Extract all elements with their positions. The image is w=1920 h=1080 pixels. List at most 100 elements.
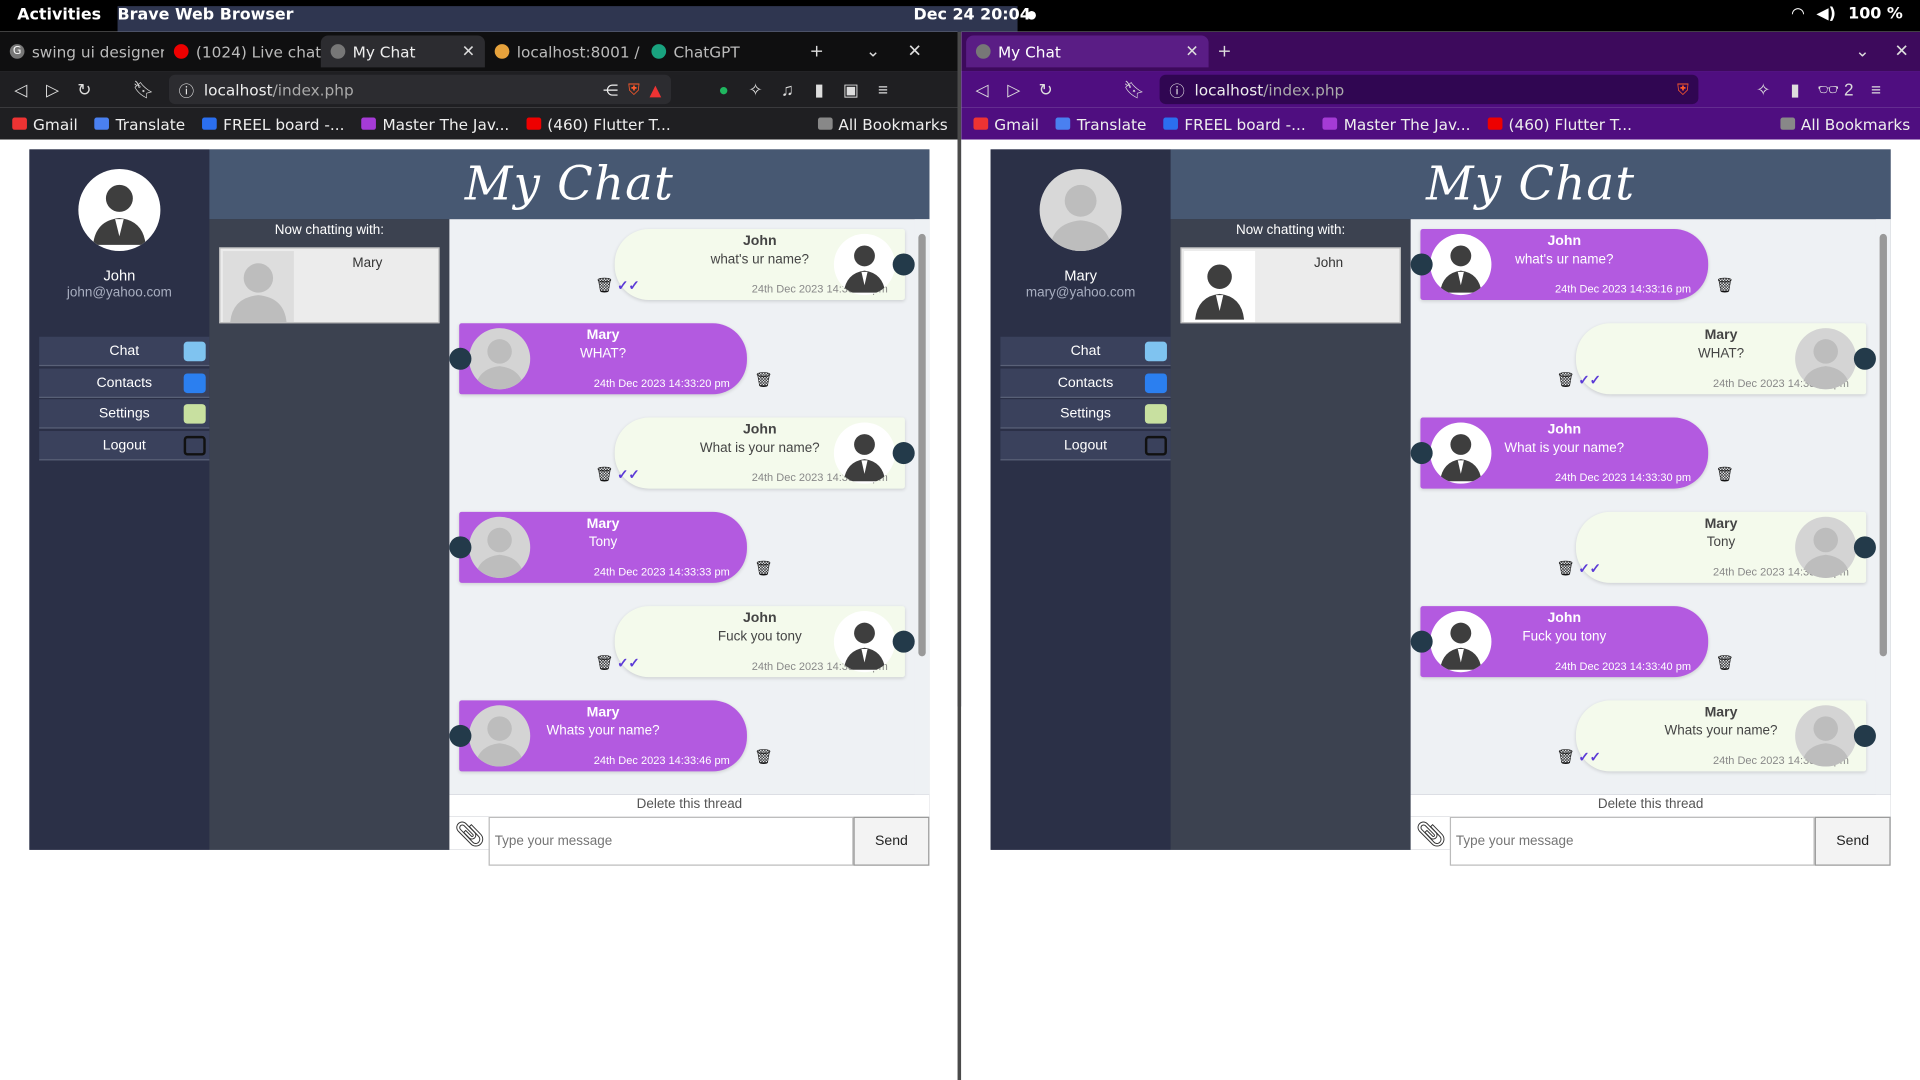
message-input[interactable] — [488, 816, 854, 866]
contact-card-icon — [1144, 372, 1167, 393]
delete-message-icon[interactable]: 🗑︎ — [1716, 278, 1735, 293]
nav-bar: ◁ ▷ ↻ 🔖︎ ⓘ localhost/index.php ⛨ ✧ ▮ 👓︎ … — [961, 71, 1920, 108]
bookmark-translate[interactable]: Translate — [94, 114, 185, 133]
menu-item-settings[interactable]: Settings — [1000, 399, 1171, 429]
address-bar[interactable]: ⓘ localhost/index.php ⋲ ⛨ ▲ — [168, 74, 672, 105]
woman-avatar-icon — [1049, 184, 1112, 252]
menu-icon[interactable]: ≡ — [1860, 80, 1892, 100]
active-contact-card[interactable]: John — [1180, 247, 1401, 324]
menu-icon[interactable]: ≡ — [867, 80, 899, 100]
forward-icon[interactable]: ▷ — [998, 79, 1030, 100]
back-icon[interactable]: ◁ — [5, 79, 37, 100]
address-bar[interactable]: ⓘ localhost/index.php ⛨ — [1159, 74, 1699, 105]
tab-chatgpt[interactable]: ChatGPT — [642, 36, 801, 68]
new-tab-icon[interactable]: + — [1209, 42, 1241, 62]
menu-item-chat[interactable]: Chat — [39, 336, 210, 367]
send-button[interactable]: Send — [853, 816, 930, 866]
tab-list-chevron-icon[interactable]: ⌄ — [857, 42, 889, 62]
read-checkmark-icon: ✓✓ — [617, 279, 640, 294]
all-bookmarks[interactable]: All Bookmarks — [1780, 114, 1910, 133]
private-windows-indicator[interactable]: 👓︎ 2 — [1811, 79, 1860, 100]
media-icon[interactable]: ♫ — [771, 80, 803, 100]
delete-message-icon[interactable]: 🗑︎ — [595, 655, 614, 670]
delete-message-icon[interactable]: 🗑︎ — [1556, 372, 1575, 387]
forward-icon[interactable]: ▷ — [37, 79, 69, 100]
back-icon[interactable]: ◁ — [966, 79, 998, 100]
delete-message-icon[interactable]: 🗑︎ — [595, 278, 614, 293]
send-button[interactable]: Send — [1814, 816, 1891, 866]
activities-button[interactable]: Activities — [17, 6, 101, 24]
bookmark-translate[interactable]: Translate — [1056, 114, 1146, 133]
user-email: john@yahoo.com — [66, 285, 172, 301]
bookmark-flutter[interactable]: (460) Flutter T... — [1487, 114, 1632, 133]
tab-list-chevron-icon[interactable]: ⌄ — [1847, 42, 1879, 62]
menu-item-logout[interactable]: Logout — [1000, 430, 1171, 460]
reload-icon[interactable]: ↻ — [1030, 79, 1062, 100]
bookmark-flutter[interactable]: (460) Flutter T... — [526, 114, 671, 133]
close-window-icon[interactable]: ✕ — [899, 42, 931, 62]
sidebar-icon[interactable]: ▮ — [803, 79, 835, 100]
grammarly-icon[interactable]: ● — [708, 80, 740, 100]
all-bookmarks[interactable]: All Bookmarks — [817, 114, 948, 133]
delete-message-icon[interactable]: 🗑︎ — [1556, 561, 1575, 576]
bookmark-master-java[interactable]: Master The Jav... — [1322, 114, 1471, 133]
wallet-icon[interactable]: ▣ — [835, 79, 867, 100]
message-scrollbar[interactable] — [1875, 219, 1891, 795]
system-tray[interactable]: ◠ ◀) 100 % — [1792, 5, 1903, 23]
user-avatar — [78, 168, 161, 252]
clock[interactable]: Dec 24 20:04 — [913, 6, 1030, 24]
bookmark-icon[interactable]: 🔖︎ — [1118, 79, 1150, 100]
user-avatar — [1039, 168, 1122, 252]
udemy-icon — [1322, 117, 1338, 130]
tab-swing-ui[interactable]: Gswing ui designer — [0, 36, 164, 68]
bookmark-gmail[interactable]: Gmail — [12, 114, 78, 133]
delete-message-icon[interactable]: 🗑︎ — [1716, 655, 1735, 670]
menu-item-settings[interactable]: Settings — [39, 399, 210, 429]
bookmark-freel-board[interactable]: FREEL board -... — [202, 114, 345, 133]
attach-paperclip-icon[interactable]: 📎︎ — [1416, 819, 1447, 850]
message-scrollbar[interactable] — [914, 219, 930, 795]
now-chatting-label: Now chatting with: — [1235, 222, 1346, 238]
tab-live-chat[interactable]: (1024) Live chat ap — [164, 36, 321, 68]
message-input[interactable] — [1449, 816, 1815, 866]
brave-shields-icon[interactable]: ⛨ — [628, 80, 639, 100]
message-list[interactable]: 🗑︎ John what's ur name? 24th Dec 2023 14:33… — [1410, 219, 1891, 795]
tab-localhost-8001[interactable]: localhost:8001 / dt — [485, 36, 642, 68]
scrollbar-thumb[interactable] — [1879, 233, 1887, 657]
close-window-icon[interactable]: ✕ — [1886, 42, 1918, 62]
share-icon[interactable]: ⋲ — [603, 80, 618, 98]
close-tab-icon[interactable]: ✕ — [462, 42, 475, 60]
brave-rewards-icon[interactable]: ▲ — [649, 80, 661, 98]
bookmark-gmail[interactable]: Gmail — [973, 114, 1039, 133]
bookmark-master-java[interactable]: Master The Jav... — [361, 114, 509, 133]
extensions-icon[interactable]: ✧ — [740, 79, 772, 100]
menu-item-chat[interactable]: Chat — [1000, 336, 1171, 367]
message-list[interactable]: 🗑︎ John what's ur name? 24th Dec 2023 14:33… — [449, 219, 930, 795]
bookmark-icon[interactable]: 🔖︎ — [127, 79, 159, 100]
delete-message-icon[interactable]: 🗑︎ — [1716, 467, 1735, 482]
brave-shields-icon[interactable]: ⛨ — [1677, 80, 1688, 100]
delete-thread-link[interactable]: Delete this thread — [449, 794, 930, 817]
delete-message-icon[interactable]: 🗑︎ — [754, 561, 773, 576]
new-tab-icon[interactable]: + — [801, 42, 833, 62]
reload-icon[interactable]: ↻ — [69, 79, 101, 100]
extensions-icon[interactable]: ✧ — [1747, 79, 1779, 100]
menu-item-contacts[interactable]: Contacts — [1000, 367, 1171, 398]
menu-item-logout[interactable]: Logout — [39, 430, 210, 460]
sidebar-icon[interactable]: ▮ — [1779, 79, 1811, 100]
site-info-icon: ⓘ — [178, 81, 195, 100]
active-contact-card[interactable]: Mary — [219, 247, 440, 324]
delete-message-icon[interactable]: 🗑︎ — [754, 749, 773, 764]
menu-item-contacts[interactable]: Contacts — [39, 367, 210, 398]
attach-paperclip-icon[interactable]: 📎︎ — [454, 819, 485, 850]
tab-my-chat[interactable]: My Chat ✕ — [320, 35, 485, 68]
delete-message-icon[interactable]: 🗑︎ — [754, 372, 773, 387]
bookmark-freel-board[interactable]: FREEL board -... — [1163, 114, 1306, 133]
close-tab-icon[interactable]: ✕ — [1185, 42, 1198, 60]
delete-message-icon[interactable]: 🗑︎ — [1556, 749, 1575, 764]
delete-message-icon[interactable]: 🗑︎ — [595, 467, 614, 482]
scrollbar-thumb[interactable] — [918, 233, 926, 657]
message-timestamp: 24th Dec 2023 14:33:46 pm — [593, 754, 730, 767]
tab-my-chat[interactable]: My Chat ✕ — [966, 35, 1209, 68]
delete-thread-link[interactable]: Delete this thread — [1410, 794, 1891, 817]
